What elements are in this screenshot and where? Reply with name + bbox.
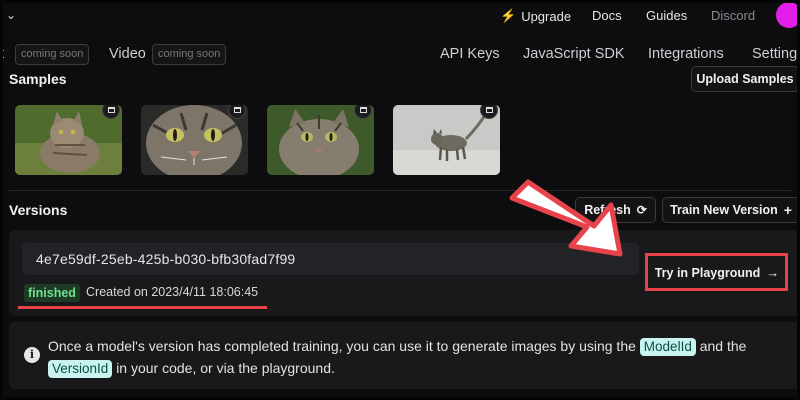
- coming-soon-badge: coming soon: [152, 44, 227, 65]
- section-divider: [9, 190, 791, 191]
- tab-video[interactable]: Video: [109, 46, 146, 62]
- tab-settings[interactable]: Setting: [752, 46, 797, 62]
- tab-integrations[interactable]: Integrations: [648, 46, 724, 62]
- top-bar: ⌄ ⚡ Upgrade Docs Guides Discord: [0, 0, 800, 32]
- guides-link[interactable]: Guides: [646, 8, 687, 23]
- upload-samples-button[interactable]: Upload Samples: [691, 66, 799, 92]
- model-nav: t coming soon Video coming soon API Keys…: [0, 44, 800, 66]
- chevron-down-icon[interactable]: ⌄: [6, 8, 16, 22]
- plus-icon: +: [783, 202, 792, 218]
- upgrade-link[interactable]: ⚡ Upgrade: [500, 8, 571, 24]
- tab-api-keys[interactable]: API Keys: [440, 46, 500, 62]
- refresh-icon: ⟳: [636, 203, 647, 217]
- highlight-underline: [18, 306, 267, 309]
- sample-thumbnail[interactable]: [267, 105, 374, 175]
- upgrade-label: Upgrade: [521, 8, 572, 24]
- status-badge: finished: [24, 284, 80, 302]
- sample-thumbnail[interactable]: [393, 105, 500, 175]
- version-id: 4e7e59df-25eb-425b-b030-bfb30fad7f99: [36, 251, 296, 267]
- train-label: Train New Version: [670, 203, 778, 217]
- samples-heading: Samples: [9, 71, 67, 87]
- trash-icon: [485, 107, 493, 113]
- sample-thumbnail[interactable]: [15, 105, 122, 175]
- tab-partial[interactable]: t: [0, 46, 4, 62]
- trash-icon: [359, 107, 367, 113]
- trash-icon: [107, 107, 115, 113]
- tab-javascript-sdk[interactable]: JavaScript SDK: [523, 46, 625, 62]
- sample-thumbnail[interactable]: [141, 105, 248, 175]
- refresh-label: Refresh: [584, 203, 631, 217]
- docs-link[interactable]: Docs: [592, 8, 622, 23]
- trash-icon: [233, 107, 241, 113]
- model-id-chip: ModelId: [639, 338, 696, 356]
- coming-soon-badge: coming soon: [15, 44, 90, 65]
- avatar[interactable]: [776, 2, 800, 28]
- info-text-part: and the: [699, 338, 747, 354]
- try-in-playground-button[interactable]: Try in Playground →: [652, 260, 782, 285]
- bolt-icon: ⚡: [500, 8, 517, 23]
- version-id-chip: VersionId: [48, 360, 113, 378]
- info-text-part: in your code, or via the playground.: [116, 360, 335, 376]
- train-new-version-button[interactable]: Train New Version +: [662, 197, 800, 223]
- discord-link[interactable]: Discord: [711, 8, 755, 23]
- info-icon: i: [24, 347, 40, 363]
- refresh-button[interactable]: Refresh ⟳: [575, 197, 656, 223]
- versions-heading: Versions: [9, 202, 68, 218]
- try-label: Try in Playground: [654, 265, 761, 280]
- arrow-right-icon: →: [766, 265, 780, 280]
- created-timestamp: Created on 2023/4/11 18:06:45: [86, 285, 259, 299]
- info-message: Once a model's version has completed tra…: [48, 335, 788, 379]
- info-text-part: Once a model's version has completed tra…: [48, 338, 636, 354]
